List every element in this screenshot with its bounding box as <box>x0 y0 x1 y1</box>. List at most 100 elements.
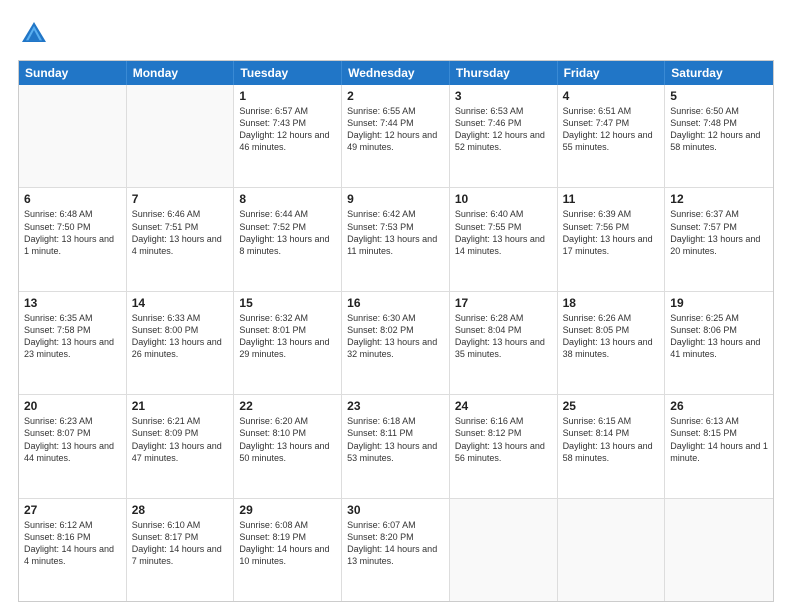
logo <box>18 18 54 50</box>
cal-cell: 22 Sunrise: 6:20 AMSunset: 8:10 PMDayligh… <box>234 395 342 497</box>
day-number: 8 <box>239 192 336 206</box>
cal-cell: 14 Sunrise: 6:33 AMSunset: 8:00 PMDayligh… <box>127 292 235 394</box>
calendar: SundayMondayTuesdayWednesdayThursdayFrid… <box>18 60 774 602</box>
day-number: 18 <box>563 296 660 310</box>
cal-cell: 25 Sunrise: 6:15 AMSunset: 8:14 PMDayligh… <box>558 395 666 497</box>
day-info: Sunrise: 6:10 AMSunset: 8:17 PMDaylight:… <box>132 519 229 568</box>
day-number: 6 <box>24 192 121 206</box>
day-info: Sunrise: 6:18 AMSunset: 8:11 PMDaylight:… <box>347 415 444 464</box>
cal-cell: 15 Sunrise: 6:32 AMSunset: 8:01 PMDayligh… <box>234 292 342 394</box>
day-number: 24 <box>455 399 552 413</box>
day-info: Sunrise: 6:20 AMSunset: 8:10 PMDaylight:… <box>239 415 336 464</box>
calendar-body: 1Sunrise: 6:57 AMSunset: 7:43 PMDaylight… <box>19 85 773 601</box>
day-info: Sunrise: 6:13 AMSunset: 8:15 PMDaylight:… <box>670 415 768 464</box>
cal-cell: 19Sunrise: 6:25 AMSunset: 8:06 PMDayligh… <box>665 292 773 394</box>
day-info: Sunrise: 6:53 AMSunset: 7:46 PMDaylight:… <box>455 105 552 154</box>
cal-header-day-sunday: Sunday <box>19 61 127 85</box>
cal-cell: 29 Sunrise: 6:08 AMSunset: 8:19 PMDayligh… <box>234 499 342 601</box>
cal-cell: 4 Sunrise: 6:51 AMSunset: 7:47 PMDaylight… <box>558 85 666 187</box>
day-info: Sunrise: 6:08 AMSunset: 8:19 PMDaylight:… <box>239 519 336 568</box>
day-info: Sunrise: 6:26 AMSunset: 8:05 PMDaylight:… <box>563 312 660 361</box>
day-info: Sunrise: 6:46 AMSunset: 7:51 PMDaylight:… <box>132 208 229 257</box>
day-info: Sunrise: 6:51 AMSunset: 7:47 PMDaylight:… <box>563 105 660 154</box>
day-info: Sunrise: 6:07 AMSunset: 8:20 PMDaylight:… <box>347 519 444 568</box>
cal-cell <box>450 499 558 601</box>
cal-cell: 27 Sunrise: 6:12 AMSunset: 8:16 PMDayligh… <box>19 499 127 601</box>
cal-cell: 13 Sunrise: 6:35 AMSunset: 7:58 PMDayligh… <box>19 292 127 394</box>
day-info: Sunrise: 6:23 AMSunset: 8:07 PMDaylight:… <box>24 415 121 464</box>
day-number: 1 <box>239 89 336 103</box>
day-info: Sunrise: 6:16 AMSunset: 8:12 PMDaylight:… <box>455 415 552 464</box>
cal-cell <box>558 499 666 601</box>
cal-cell: 10Sunrise: 6:40 AMSunset: 7:55 PMDayligh… <box>450 188 558 290</box>
day-number: 25 <box>563 399 660 413</box>
cal-header-day-wednesday: Wednesday <box>342 61 450 85</box>
cal-cell: 24 Sunrise: 6:16 AMSunset: 8:12 PMDayligh… <box>450 395 558 497</box>
day-number: 3 <box>455 89 552 103</box>
cal-cell: 18 Sunrise: 6:26 AMSunset: 8:05 PMDayligh… <box>558 292 666 394</box>
day-info: Sunrise: 6:40 AMSunset: 7:55 PMDaylight:… <box>455 208 552 257</box>
day-number: 29 <box>239 503 336 517</box>
day-number: 12 <box>670 192 768 206</box>
day-number: 21 <box>132 399 229 413</box>
day-number: 14 <box>132 296 229 310</box>
cal-cell: 30 Sunrise: 6:07 AMSunset: 8:20 PMDayligh… <box>342 499 450 601</box>
day-info: Sunrise: 6:35 AMSunset: 7:58 PMDaylight:… <box>24 312 121 361</box>
calendar-week-4: 20 Sunrise: 6:23 AMSunset: 8:07 PMDayligh… <box>19 395 773 498</box>
day-number: 27 <box>24 503 121 517</box>
cal-cell <box>665 499 773 601</box>
day-info: Sunrise: 6:50 AMSunset: 7:48 PMDaylight:… <box>670 105 768 154</box>
day-number: 15 <box>239 296 336 310</box>
cal-cell: 20 Sunrise: 6:23 AMSunset: 8:07 PMDayligh… <box>19 395 127 497</box>
day-info: Sunrise: 6:21 AMSunset: 8:09 PMDaylight:… <box>132 415 229 464</box>
cal-header-day-thursday: Thursday <box>450 61 558 85</box>
day-number: 5 <box>670 89 768 103</box>
day-number: 22 <box>239 399 336 413</box>
day-info: Sunrise: 6:30 AMSunset: 8:02 PMDaylight:… <box>347 312 444 361</box>
cal-cell: 17Sunrise: 6:28 AMSunset: 8:04 PMDayligh… <box>450 292 558 394</box>
day-info: Sunrise: 6:12 AMSunset: 8:16 PMDaylight:… <box>24 519 121 568</box>
cal-cell: 1Sunrise: 6:57 AMSunset: 7:43 PMDaylight… <box>234 85 342 187</box>
day-number: 20 <box>24 399 121 413</box>
cal-cell: 21 Sunrise: 6:21 AMSunset: 8:09 PMDayligh… <box>127 395 235 497</box>
day-info: Sunrise: 6:48 AMSunset: 7:50 PMDaylight:… <box>24 208 121 257</box>
day-number: 13 <box>24 296 121 310</box>
day-number: 23 <box>347 399 444 413</box>
cal-cell <box>127 85 235 187</box>
cal-cell: 12 Sunrise: 6:37 AMSunset: 7:57 PMDayligh… <box>665 188 773 290</box>
day-number: 2 <box>347 89 444 103</box>
header <box>18 18 774 50</box>
cal-cell: 11 Sunrise: 6:39 AMSunset: 7:56 PMDayligh… <box>558 188 666 290</box>
day-info: Sunrise: 6:39 AMSunset: 7:56 PMDaylight:… <box>563 208 660 257</box>
cal-cell: 6 Sunrise: 6:48 AMSunset: 7:50 PMDaylight… <box>19 188 127 290</box>
cal-cell: 8Sunrise: 6:44 AMSunset: 7:52 PMDaylight… <box>234 188 342 290</box>
day-info: Sunrise: 6:55 AMSunset: 7:44 PMDaylight:… <box>347 105 444 154</box>
day-info: Sunrise: 6:15 AMSunset: 8:14 PMDaylight:… <box>563 415 660 464</box>
cal-cell: 28Sunrise: 6:10 AMSunset: 8:17 PMDayligh… <box>127 499 235 601</box>
calendar-header: SundayMondayTuesdayWednesdayThursdayFrid… <box>19 61 773 85</box>
cal-header-day-tuesday: Tuesday <box>234 61 342 85</box>
page: SundayMondayTuesdayWednesdayThursdayFrid… <box>0 0 792 612</box>
calendar-week-5: 27 Sunrise: 6:12 AMSunset: 8:16 PMDayligh… <box>19 499 773 601</box>
calendar-week-2: 6 Sunrise: 6:48 AMSunset: 7:50 PMDaylight… <box>19 188 773 291</box>
cal-cell: 9Sunrise: 6:42 AMSunset: 7:53 PMDaylight… <box>342 188 450 290</box>
day-number: 4 <box>563 89 660 103</box>
cal-cell: 23 Sunrise: 6:18 AMSunset: 8:11 PMDayligh… <box>342 395 450 497</box>
day-info: Sunrise: 6:28 AMSunset: 8:04 PMDaylight:… <box>455 312 552 361</box>
cal-header-day-friday: Friday <box>558 61 666 85</box>
day-number: 7 <box>132 192 229 206</box>
day-info: Sunrise: 6:42 AMSunset: 7:53 PMDaylight:… <box>347 208 444 257</box>
day-info: Sunrise: 6:33 AMSunset: 8:00 PMDaylight:… <box>132 312 229 361</box>
day-number: 11 <box>563 192 660 206</box>
cal-cell: 5 Sunrise: 6:50 AMSunset: 7:48 PMDaylight… <box>665 85 773 187</box>
cal-header-day-monday: Monday <box>127 61 235 85</box>
day-number: 16 <box>347 296 444 310</box>
day-number: 30 <box>347 503 444 517</box>
day-info: Sunrise: 6:37 AMSunset: 7:57 PMDaylight:… <box>670 208 768 257</box>
calendar-week-1: 1Sunrise: 6:57 AMSunset: 7:43 PMDaylight… <box>19 85 773 188</box>
cal-cell <box>19 85 127 187</box>
day-number: 26 <box>670 399 768 413</box>
logo-icon <box>18 18 50 50</box>
cal-header-day-saturday: Saturday <box>665 61 773 85</box>
day-info: Sunrise: 6:32 AMSunset: 8:01 PMDaylight:… <box>239 312 336 361</box>
